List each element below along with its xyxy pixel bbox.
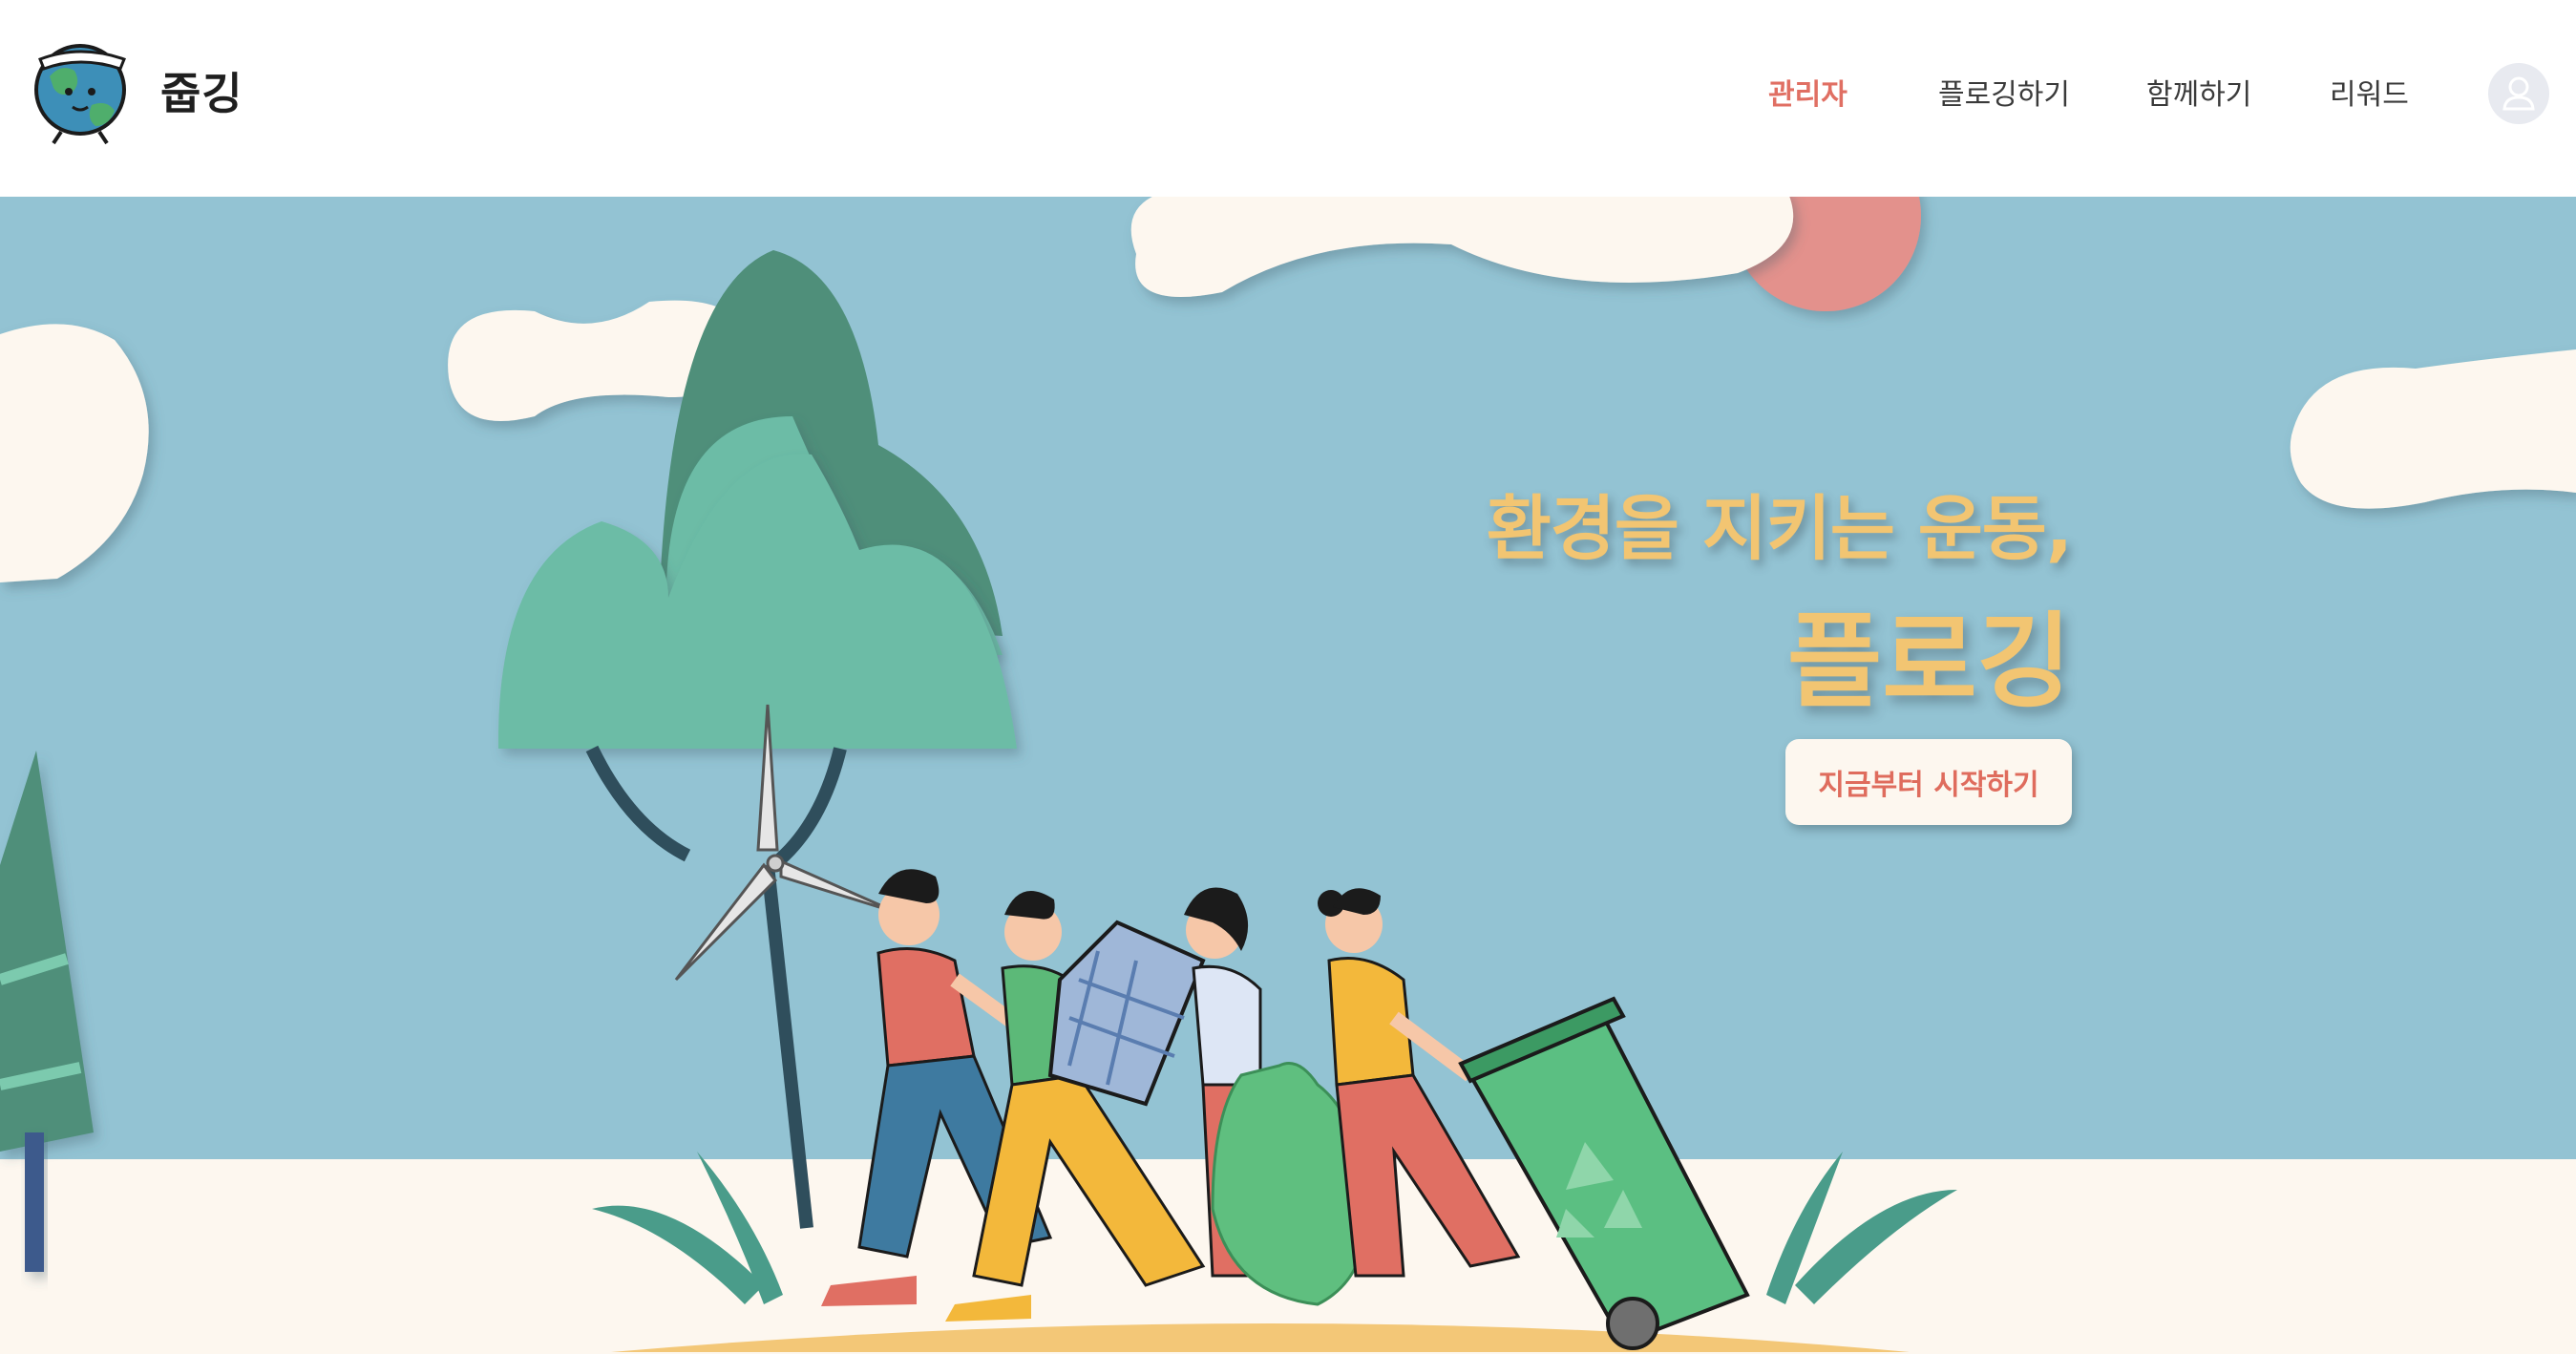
earth-mascot-logo[interactable] — [32, 38, 132, 145]
nav-together[interactable]: 함께하기 — [2146, 71, 2251, 113]
hero-banner: 환경을 지키는 운동, 플로깅 지금부터 시작하기 — [0, 197, 2576, 1354]
nav-reward[interactable]: 리워드 — [2330, 71, 2409, 113]
start-now-button[interactable]: 지금부터 시작하기 — [1785, 739, 2072, 825]
plogging-illustration — [0, 197, 2576, 1354]
top-nav-bar: 줍깅 관리자 플로깅하기 함께하기 리워드 — [0, 0, 2576, 197]
hero-subtitle: 환경을 지키는 운동, — [1486, 488, 2073, 570]
nav-admin[interactable]: 관리자 — [1768, 71, 1848, 113]
user-avatar-button[interactable] — [2488, 63, 2549, 124]
nav-plogging[interactable]: 플로깅하기 — [1938, 71, 2070, 113]
brand-name[interactable]: 줍깅 — [160, 59, 243, 122]
hero-title: 플로깅 — [1786, 603, 2072, 722]
user-icon — [2502, 76, 2535, 111]
